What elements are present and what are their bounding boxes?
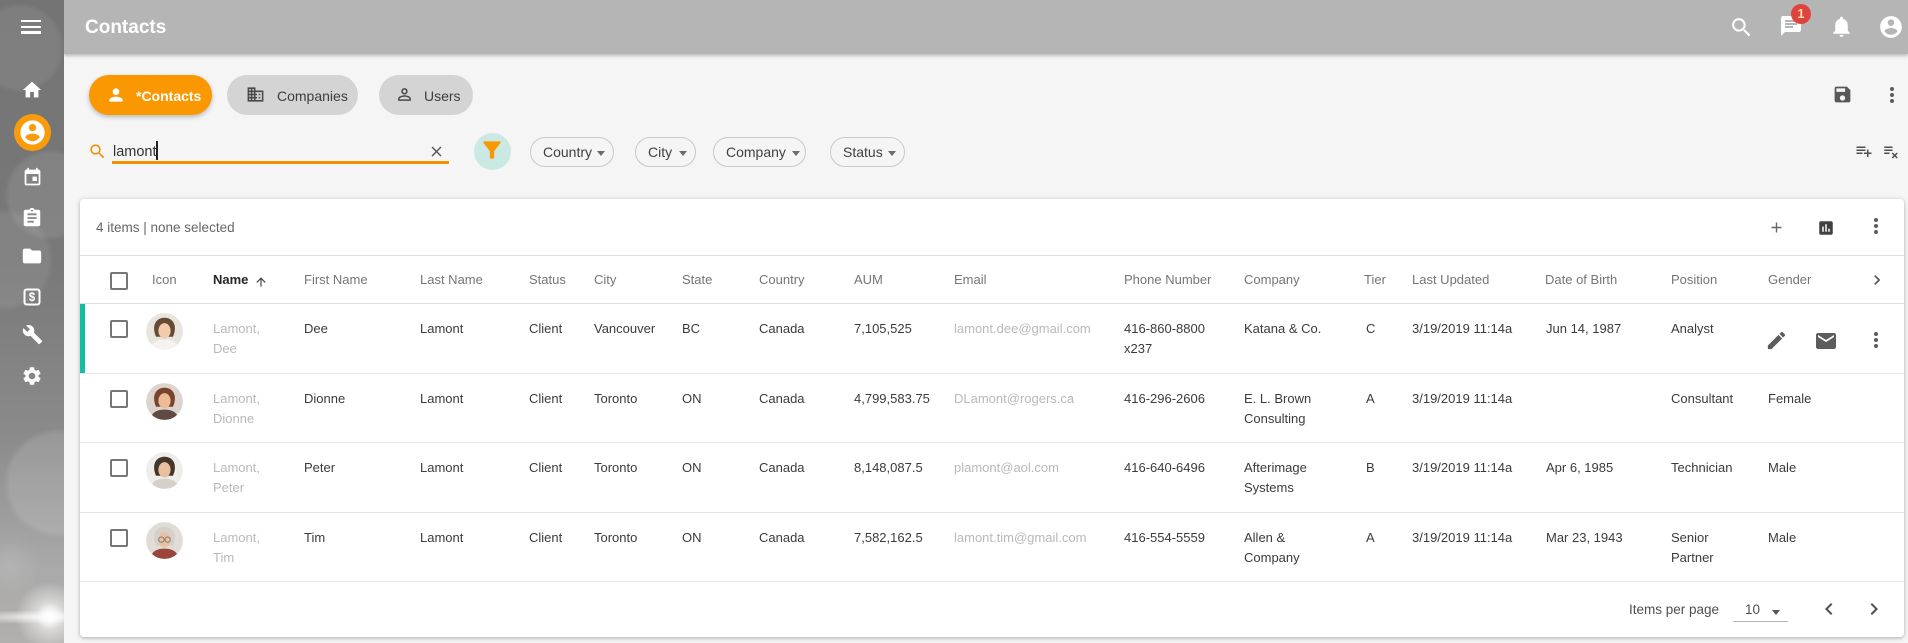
svg-text:$: $ xyxy=(29,291,36,304)
